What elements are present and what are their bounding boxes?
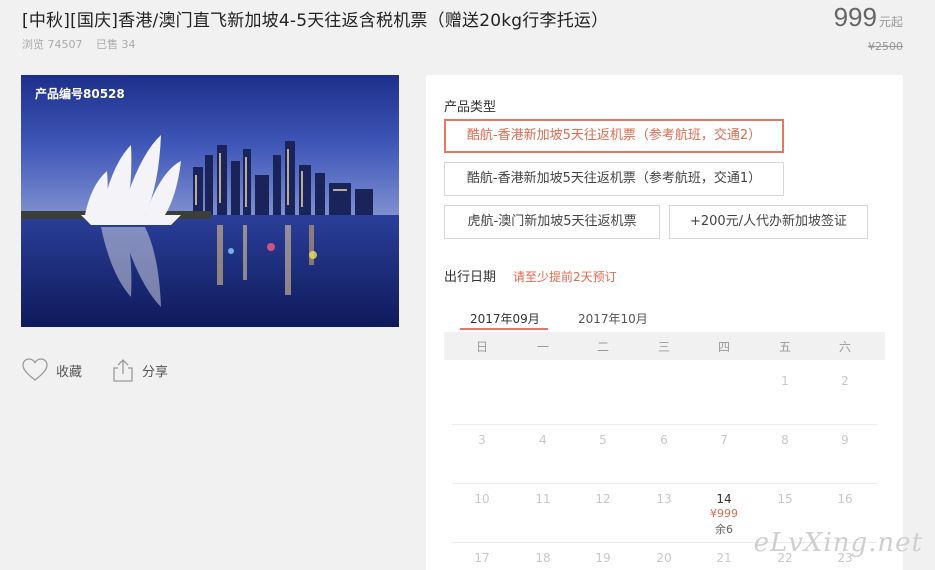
weekday-fri: 五: [778, 340, 791, 354]
product-title: [中秋][国庆]香港/澳门直飞新加坡4-5天往返含税机票（赠送20kg行李托运）: [22, 11, 609, 31]
action-bar: 收藏 分享: [22, 358, 168, 382]
calendar-day: 11: [535, 492, 551, 506]
product-option-4[interactable]: +200元/人代办新加坡签证: [669, 205, 868, 239]
calendar-day: 6: [660, 433, 668, 447]
product-option-3[interactable]: 虎航-澳门新加坡5天往返机票: [444, 205, 660, 239]
calendar-day: 4: [539, 433, 547, 447]
share-icon: [113, 359, 133, 382]
calendar-day: 19: [595, 551, 611, 565]
product-option-2[interactable]: 酷航-香港新加坡5天往返机票（参考航班，交通1）: [444, 162, 784, 196]
weekday-wed: 三: [657, 340, 670, 354]
calendar-day: 15: [777, 492, 793, 506]
calendar-day: 7: [720, 433, 728, 447]
price-value: 999: [833, 2, 877, 32]
calendar-day: 8: [781, 433, 789, 447]
favorite-button[interactable]: 收藏: [22, 358, 82, 382]
product-code: 产品编号80528: [35, 87, 125, 101]
active-month-underline: [460, 328, 548, 330]
calendar-day: 10: [474, 492, 490, 506]
calendar-day-available[interactable]: 14: [709, 492, 739, 506]
view-count: 浏览 74507: [22, 38, 83, 51]
calendar-day: 1: [781, 374, 789, 388]
calendar-day: 16: [837, 492, 853, 506]
calendar-day: 3: [478, 433, 486, 447]
travel-date-label: 出行日期: [444, 270, 497, 285]
share-button[interactable]: 分享: [112, 358, 168, 382]
month-tab-oct[interactable]: 2017年10月: [578, 310, 648, 327]
price-unit: 元起: [878, 15, 903, 29]
original-price: ¥2500: [868, 40, 903, 53]
calendar-day: 18: [535, 551, 551, 565]
heart-icon: [22, 358, 48, 381]
weekday-sun: 日: [475, 340, 488, 354]
share-label: 分享: [142, 364, 169, 380]
weekday-sat: 六: [838, 340, 851, 354]
calendar-row-divider: [452, 424, 877, 425]
calendar-day: 20: [656, 551, 672, 565]
calendar-day: 2: [841, 374, 849, 388]
weekday-header: 日 一 二 三 四 五 六: [444, 332, 885, 360]
product-meta: 浏览 74507 已售 34: [22, 36, 136, 52]
calendar-day-remaining: 余6: [715, 523, 733, 536]
favorite-label: 收藏: [56, 364, 83, 380]
calendar-day: 13: [656, 492, 672, 506]
calendar-day: 21: [716, 551, 732, 565]
weekday-mon: 一: [536, 340, 549, 354]
advance-booking-hint: 请至少提前2天预订: [513, 270, 617, 284]
calendar-row-divider: [452, 483, 877, 484]
singapore-skyline-image: [21, 75, 399, 327]
price: 999 元起: [834, 2, 903, 33]
month-tab-sep[interactable]: 2017年09月: [470, 310, 540, 327]
product-photo: 产品编号80528: [21, 75, 399, 327]
weekday-tue: 二: [596, 340, 609, 354]
sold-count: 已售 34: [96, 38, 136, 51]
product-type-label: 产品类型: [444, 100, 497, 115]
calendar-day: 5: [599, 433, 607, 447]
calendar-day: 9: [841, 433, 849, 447]
calendar-day: 17: [474, 551, 490, 565]
calendar-day: 12: [595, 492, 611, 506]
watermark: eLvXing.net: [753, 528, 923, 558]
weekday-thu: 四: [717, 340, 730, 354]
product-option-1[interactable]: 酷航-香港新加坡5天往返机票（参考航班，交通2）: [444, 119, 784, 153]
calendar-day-price: ¥999: [710, 507, 738, 520]
